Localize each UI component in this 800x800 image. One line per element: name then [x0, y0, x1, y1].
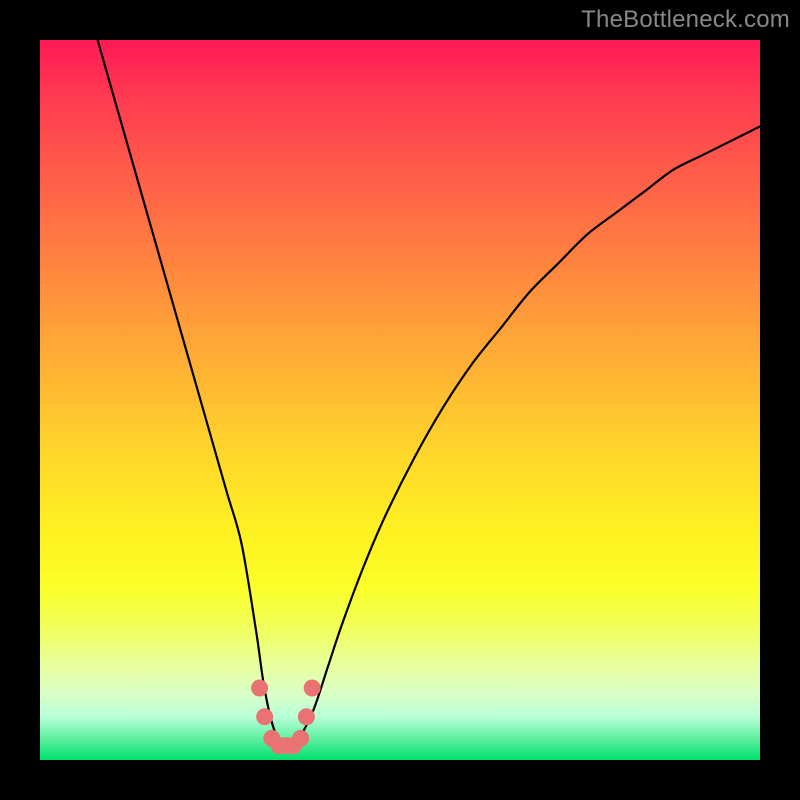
valley-markers — [40, 40, 760, 760]
valley-marker-dot — [256, 708, 273, 725]
watermark-text: TheBottleneck.com — [581, 6, 790, 34]
valley-marker-dot — [304, 680, 321, 697]
chart-frame: TheBottleneck.com — [0, 0, 800, 800]
plot-area — [40, 40, 760, 760]
valley-marker-dot — [251, 680, 268, 697]
valley-marker-dot — [292, 730, 309, 747]
valley-marker-dot — [298, 708, 315, 725]
